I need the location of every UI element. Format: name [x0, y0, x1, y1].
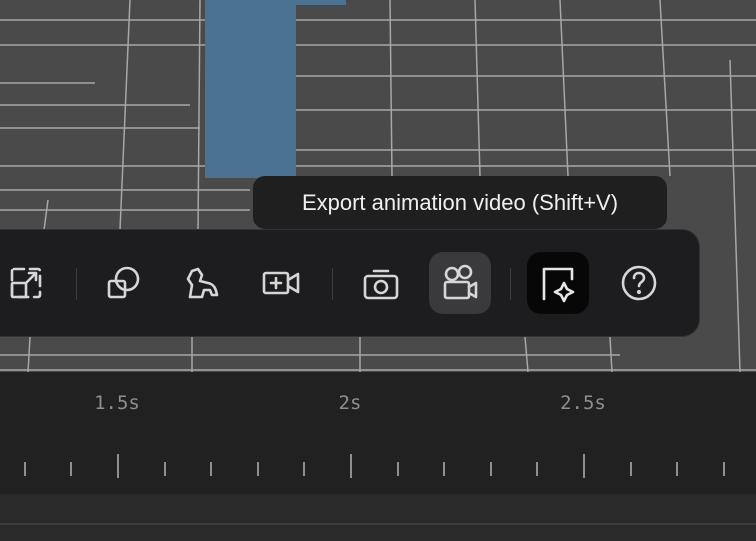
- timeline[interactable]: 1.5s 2s 2.5s: [0, 374, 756, 494]
- bottom-toolbar: [0, 229, 700, 337]
- scale-icon: [10, 267, 42, 299]
- scale-tool-button[interactable]: [0, 252, 57, 314]
- minor-tick: [24, 462, 26, 476]
- animate-tool-button[interactable]: [171, 252, 233, 314]
- select-tool-button[interactable]: [527, 252, 589, 314]
- minor-tick: [676, 462, 678, 476]
- time-label-1-5s: 1.5s: [94, 392, 140, 414]
- time-label-2s: 2s: [338, 392, 362, 414]
- add-camera-icon: [262, 271, 300, 295]
- movie-camera-icon: [443, 264, 478, 300]
- horse-icon: [186, 267, 219, 299]
- toolbar-separator: [76, 268, 77, 300]
- scene-object[interactable]: [205, 0, 296, 178]
- toolbar-separator: [510, 268, 511, 300]
- minor-tick: [164, 462, 166, 476]
- help-button[interactable]: [608, 252, 670, 314]
- screenshot-button[interactable]: [350, 252, 412, 314]
- track-divider: [0, 523, 756, 525]
- time-label-2-5s: 2.5s: [560, 392, 606, 414]
- major-tick: [117, 454, 119, 478]
- track-area[interactable]: [0, 494, 756, 541]
- shapes-icon: [107, 266, 140, 299]
- help-icon: [621, 265, 657, 301]
- minor-tick: [630, 462, 632, 476]
- scene-object-edge: [296, 0, 346, 5]
- tooltip-text: Export animation video (Shift+V): [301, 190, 619, 215]
- minor-tick: [303, 462, 305, 476]
- minor-tick: [257, 462, 259, 476]
- minor-tick: [723, 462, 725, 476]
- toolbar-separator: [332, 268, 333, 300]
- minor-tick: [443, 462, 445, 476]
- minor-tick: [536, 462, 538, 476]
- minor-tick: [70, 462, 72, 476]
- minor-tick: [210, 462, 212, 476]
- major-tick: [350, 454, 352, 478]
- camera-icon: [363, 269, 399, 300]
- select-sparkle-icon: [542, 267, 575, 303]
- minor-tick: [397, 462, 399, 476]
- shapes-tool-button[interactable]: [92, 252, 154, 314]
- add-camera-button[interactable]: [250, 252, 312, 314]
- major-tick: [583, 454, 585, 478]
- minor-tick: [490, 462, 492, 476]
- export-video-button[interactable]: [429, 252, 491, 314]
- tooltip: Export animation video (Shift+V): [253, 176, 667, 229]
